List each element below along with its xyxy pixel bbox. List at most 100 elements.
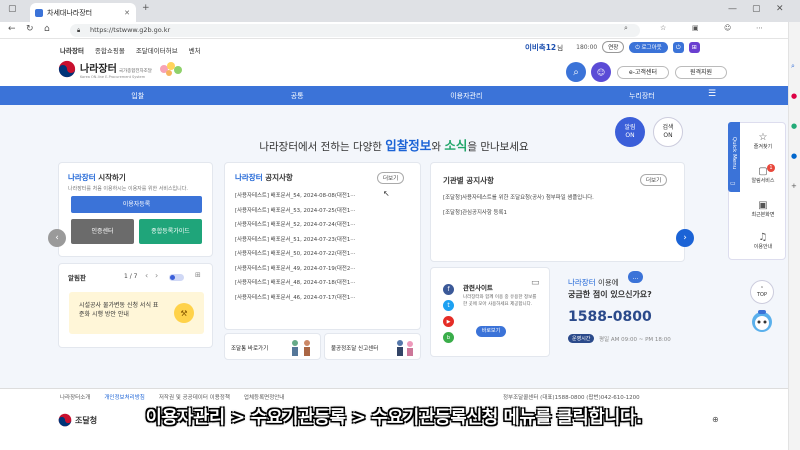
notice-item[interactable]: [사용자테스트] 배포문서_49, 2024-07-19(대전2··· — [235, 264, 415, 279]
more-icon[interactable]: ⋯ — [756, 24, 763, 32]
sidebar-outlook-icon[interactable]: ● — [791, 152, 797, 160]
top-link-venture[interactable]: 벤처 — [189, 45, 201, 55]
customer-center-button[interactable]: e-고객센터 — [617, 66, 669, 79]
logout-button[interactable]: ⏻ 로그아웃 — [629, 41, 668, 53]
sidebar-add-icon[interactable]: + — [791, 182, 797, 190]
top-link-nara[interactable]: 나라장터 — [60, 45, 84, 55]
maximize-icon[interactable]: ▢ — [752, 4, 761, 14]
notice-item[interactable]: [사용자테스트] 배포문서_46, 2024-07-17(대전1··· — [235, 293, 415, 308]
tab-close-icon[interactable]: ✕ — [124, 9, 130, 17]
back-icon[interactable]: ← — [8, 24, 16, 34]
carousel-prev-icon[interactable]: ‹ — [48, 229, 66, 247]
agency-notice-item[interactable]: [조달청]관심공지사항 등록1 — [443, 208, 678, 223]
grid-view-icon[interactable]: ⊞ — [195, 271, 201, 279]
register-user-button[interactable]: 이용자등록 — [71, 196, 202, 213]
mascot-flowers-icon — [159, 62, 182, 76]
alarm-board-title: 알림판 — [68, 274, 86, 282]
footer-link-copyright[interactable]: 저작권 및 공공데이터 이용정책 — [159, 393, 230, 401]
hamburger-menu-icon[interactable]: ☰ — [708, 89, 716, 99]
sidebar-shop-icon[interactable]: ● — [791, 92, 797, 100]
jodaltong-banner[interactable]: 조달통 바로가기 — [224, 333, 321, 360]
cert-center-button[interactable]: 인증센터 — [71, 219, 134, 244]
refresh-icon[interactable]: ↻ — [26, 24, 34, 34]
url-text: https://tstwww.g2b.go.kr — [90, 26, 171, 34]
alarm-board-banner[interactable]: 시설공사 물가변동 신청 서식 표준화 시행 방안 안내 ⚒ — [69, 292, 204, 334]
window-menu-icon[interactable]: ▢ — [8, 4, 17, 14]
scroll-top-button[interactable]: ⌃ TOP — [750, 280, 774, 304]
profile-icon[interactable]: ☺ — [724, 24, 731, 32]
agency-notice-title: 기관별 공지사항 — [443, 176, 494, 185]
grid-menu-icon[interactable]: ⊞ — [688, 41, 700, 53]
carousel-next-icon[interactable]: › — [676, 229, 694, 247]
facebook-icon[interactable]: f — [443, 284, 454, 295]
footer-link-privacy[interactable]: 개인정보처리방침 — [104, 393, 144, 401]
new-tab-icon[interactable]: + — [142, 3, 150, 13]
next-arrow-icon[interactable]: › — [155, 271, 158, 280]
site-header: 나라장터 국가종합전자조달 Korea ON-line E-Procuremen… — [0, 57, 788, 85]
unfair-report-banner[interactable]: 불공정조달 신고센터 — [324, 333, 421, 360]
hammer-icon: ⚒ — [174, 303, 194, 323]
quick-recent[interactable]: ▣ 최근본화면 — [740, 200, 786, 218]
extend-button[interactable]: 연장 — [602, 41, 625, 53]
alarm-on-toggle[interactable]: 알림 ON — [615, 117, 645, 147]
blog-icon[interactable]: b — [443, 332, 454, 343]
nav-bid[interactable]: 입찰 — [131, 91, 144, 101]
alarm-board-pager: 1 / 7 — [124, 273, 138, 280]
url-input[interactable]: 🔒︎ https://tstwww.g2b.go.kr — [70, 24, 640, 37]
quick-alarm-service[interactable]: ▢ 1 알림서비스 — [740, 164, 786, 184]
prev-arrow-icon[interactable]: ‹ — [145, 271, 148, 280]
quick-menu-collapse-icon[interactable]: ▭ — [730, 180, 736, 187]
user-icon[interactable]: ☺ — [591, 62, 611, 82]
quick-guide-label: 이용안내 — [753, 244, 773, 250]
notice-item[interactable]: [사용자테스트] 배포문서_51, 2024-07-23(대전1··· — [235, 235, 415, 250]
youtube-icon[interactable]: ▶ — [443, 316, 454, 327]
notice-item[interactable]: [사용자테스트] 배포문서_48, 2024-07-18(대전1··· — [235, 278, 415, 293]
sidebar-search-icon[interactable]: ⌕ — [791, 62, 795, 71]
site-logo[interactable]: 나라장터 국가종합전자조달 Korea ON-line E-Procuremen… — [58, 59, 186, 79]
address-bar-row: ← ↻ ⌂ 🔒︎ https://tstwww.g2b.go.kr ⌕ ☆ ▣ … — [0, 22, 800, 39]
quick-menu-tab[interactable]: Quick Menu ▭ — [728, 122, 740, 192]
notice-item[interactable]: [사용자테스트] 배포문서_50, 2024-07-22(대전1··· — [235, 249, 415, 264]
quick-favorites[interactable]: ☆ 즐겨찾기 — [740, 132, 786, 150]
hero-title-post: 을 만나보세요 — [467, 141, 529, 153]
zoom-icon[interactable]: ⌕ — [624, 24, 628, 33]
footer-link-registration[interactable]: 업체등록면정안내 — [244, 393, 284, 401]
site-search-icon[interactable]: ⌕ — [566, 62, 586, 82]
hero-title-pre: 나라장터에서 전하는 다양한 — [259, 141, 386, 153]
sidebar-tools-icon[interactable]: ● — [791, 122, 797, 130]
top-link-shopping[interactable]: 종합쇼핑몰 — [95, 45, 125, 55]
chatbot-mascot-icon[interactable] — [749, 308, 775, 334]
power-icon[interactable]: ⏻ — [672, 41, 684, 53]
tab-title: 차세대나라장터 — [47, 8, 93, 17]
agency-notice-more-button[interactable]: 더보기 — [640, 174, 668, 186]
notice-item[interactable]: [사용자테스트] 배포문서_53, 2024-07-25(대전1··· — [235, 206, 415, 221]
notice-item[interactable]: [사용자테스트] 배포문서_52, 2024-07-24(대전1··· — [235, 220, 415, 235]
remote-support-button[interactable]: 원격지원 — [675, 66, 727, 79]
user-suffix: 님 — [557, 44, 564, 52]
nav-user-management[interactable]: 이용자관리 — [450, 91, 482, 101]
agency-notice-item[interactable]: [조달청]사용자테스트를 위한 조달요청(공사) 첨부파일 샘플입니다. — [443, 193, 678, 208]
favorites-icon[interactable]: ☆ — [660, 24, 666, 32]
footer-link-intro[interactable]: 나라장터소개 — [60, 393, 90, 401]
register-guide-button[interactable]: 종합등록가이드 — [139, 219, 202, 244]
search-on-toggle[interactable]: 검색 ON — [653, 117, 683, 147]
twitter-icon[interactable]: t — [443, 300, 454, 311]
main-nav: 입찰 공통 이용자관리 누리장터 ☰ — [0, 86, 788, 105]
alarm-board-content: 시설공사 물가변동 신청 서식 표준화 시행 방안 안내 — [79, 302, 159, 318]
collections-icon[interactable]: ▣ — [692, 24, 699, 32]
autoplay-toggle[interactable] — [169, 274, 184, 281]
quick-guide[interactable]: ♫ 이용안내 — [740, 232, 786, 250]
home-icon[interactable]: ⌂ — [44, 24, 50, 34]
recent-screen-icon: ▣ — [758, 200, 768, 211]
top-link-datahub[interactable]: 조달데이터허브 — [136, 45, 178, 55]
headset-icon: ♫ — [758, 232, 768, 243]
minimize-icon[interactable]: — — [728, 4, 737, 14]
report-illustration-icon — [397, 340, 413, 356]
close-window-icon[interactable]: ✕ — [776, 4, 784, 14]
browser-tab[interactable]: 차세대나라장터 ✕ — [30, 3, 136, 22]
nav-nuri[interactable]: 누리장터 — [629, 91, 655, 101]
nav-common[interactable]: 공통 — [291, 91, 304, 101]
nara-notice-more-button[interactable]: 더보기 — [377, 172, 405, 184]
related-sites-view-button[interactable]: 바로보기 — [476, 326, 506, 337]
call-center-line1: 나라장터 이용에 — [568, 277, 619, 288]
